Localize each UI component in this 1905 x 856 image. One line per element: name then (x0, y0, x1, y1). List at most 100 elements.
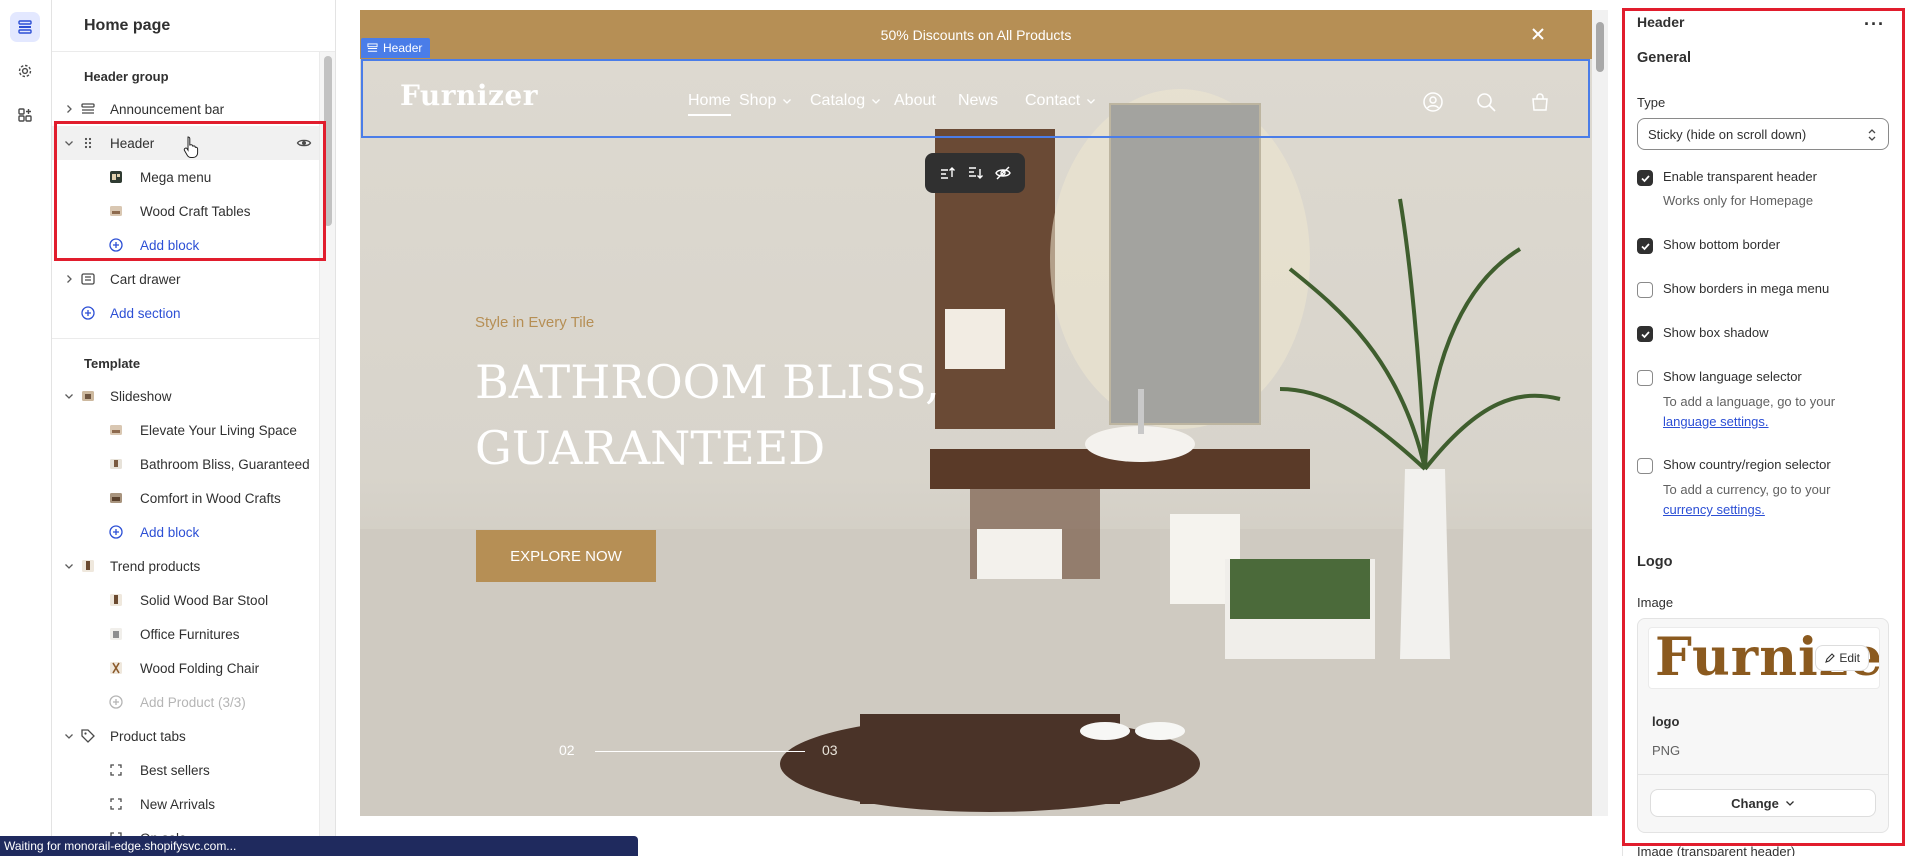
checkbox-unchecked[interactable] (1637, 458, 1653, 474)
announcement-bar: 50% Discounts on All Products (360, 10, 1592, 59)
checkbox-label: Show country/region selector (1663, 457, 1831, 472)
checkbox-unchecked[interactable] (1637, 370, 1653, 386)
move-up-icon[interactable] (938, 164, 956, 182)
selected-section-tag: Header (361, 38, 431, 58)
product-label: Solid Wood Bar Stool (140, 592, 269, 608)
image-label: Image (1637, 595, 1674, 610)
section-label: Slideshow (110, 388, 172, 404)
browser-status-bar: Waiting for monorail-edge.shopifysvc.com… (0, 836, 638, 856)
slide-next-index[interactable]: 03 (822, 742, 838, 758)
close-icon[interactable] (1528, 24, 1548, 44)
checkbox-checked[interactable] (1637, 326, 1653, 342)
change-image-button[interactable]: Change (1650, 789, 1876, 817)
block-elevate-your-living-space[interactable]: Elevate Your Living Space (52, 413, 335, 447)
checkbox-label: Show language selector (1663, 369, 1802, 384)
show-bottom-border-checkbox[interactable]: Show bottom border (1637, 237, 1780, 254)
block-wood-craft-tables[interactable]: Wood Craft Tables (52, 194, 335, 228)
nav-shop[interactable]: Shop (739, 92, 792, 110)
section-announcement-bar[interactable]: Announcement bar (52, 92, 335, 126)
move-down-icon[interactable] (966, 164, 984, 182)
tab-new-arrivals[interactable]: New Arrivals (52, 787, 335, 821)
cart-icon[interactable] (1529, 91, 1551, 113)
add-product-label: Add Product (3/3) (140, 694, 246, 710)
scrollbar-thumb[interactable] (1596, 22, 1604, 72)
chevron-down-icon (872, 99, 881, 104)
chevron-down-icon[interactable] (64, 138, 74, 148)
block-bathroom-bliss[interactable]: Bathroom Bliss, Guaranteed (52, 447, 335, 481)
slide-subtitle: Style in Every Tile (475, 314, 595, 331)
chevron-down-icon[interactable] (64, 731, 74, 741)
checkbox-checked[interactable] (1637, 238, 1653, 254)
sections-scrollbar[interactable] (319, 52, 335, 856)
checkbox-label: Enable transparent header (1663, 169, 1817, 184)
scrollbar-thumb[interactable] (324, 56, 332, 226)
block-label: Wood Craft Tables (140, 203, 251, 219)
product-office-furnitures[interactable]: Office Furnitures (52, 617, 335, 651)
announcement-text: 50% Discounts on All Products (880, 26, 1072, 43)
chevron-right-icon[interactable] (64, 104, 74, 114)
nav-label: About (894, 92, 936, 109)
enable-transparent-checkbox[interactable]: Enable transparent header (1637, 169, 1817, 186)
logo-image-card: Furnizer Edit logo PNG Change (1637, 618, 1889, 833)
tab-label: New Arrivals (140, 796, 216, 812)
help-text: To add a currency, go to your (1663, 482, 1831, 497)
show-language-selector-checkbox[interactable]: Show language selector (1637, 369, 1802, 386)
nav-home[interactable]: Home (688, 92, 731, 116)
checkbox-checked[interactable] (1637, 170, 1653, 186)
show-box-shadow-checkbox[interactable]: Show box shadow (1637, 325, 1769, 342)
chevron-right-icon[interactable] (64, 274, 74, 284)
currency-settings-link[interactable]: currency settings. (1663, 502, 1765, 517)
apps-icon[interactable] (10, 100, 40, 130)
more-options-button[interactable]: ··· (1864, 14, 1885, 35)
slide-current-index: 02 (559, 742, 575, 758)
language-settings-link[interactable]: language settings. (1663, 414, 1769, 429)
section-cart-drawer[interactable]: Cart drawer (52, 262, 335, 296)
checkbox-unchecked[interactable] (1637, 282, 1653, 298)
logo-heading: Logo (1637, 554, 1673, 570)
store-logo[interactable]: Furnizer (400, 79, 538, 112)
sections-icon[interactable] (10, 12, 40, 42)
add-section-button[interactable]: Add section (52, 296, 335, 330)
chevron-down-icon[interactable] (64, 561, 74, 571)
add-block-button[interactable]: Add block (52, 515, 335, 549)
section-trend-products[interactable]: Trend products (52, 549, 335, 583)
product-wood-folding-chair[interactable]: Wood Folding Chair (52, 651, 335, 685)
nav-about[interactable]: About (894, 92, 936, 110)
section-slideshow[interactable]: Slideshow (52, 379, 335, 413)
show-country-selector-checkbox[interactable]: Show country/region selector (1637, 457, 1831, 474)
image-thumbnail-icon (108, 456, 124, 472)
product-solid-wood-bar-stool[interactable]: Solid Wood Bar Stool (52, 583, 335, 617)
hide-eye-icon[interactable] (994, 164, 1012, 182)
chevron-down-icon[interactable] (64, 391, 74, 401)
product-thumbnail-icon (108, 592, 124, 608)
drag-handle-icon[interactable] (80, 135, 96, 151)
preview-scrollbar[interactable] (1592, 10, 1608, 816)
search-icon[interactable] (1475, 91, 1497, 113)
block-label: Comfort in Wood Crafts (140, 490, 281, 506)
section-product-tabs[interactable]: Product tabs (52, 719, 335, 753)
explore-now-button[interactable]: EXPLORE NOW (476, 530, 656, 582)
change-label: Change (1731, 795, 1779, 811)
add-block-button[interactable]: Add block (52, 228, 335, 262)
edit-image-button[interactable]: Edit (1815, 645, 1869, 671)
type-select-value: Sticky (hide on scroll down) (1648, 126, 1807, 142)
tab-best-sellers[interactable]: Best sellers (52, 753, 335, 787)
nav-news[interactable]: News (958, 92, 998, 110)
checkbox-label: Show bottom border (1663, 237, 1781, 252)
mega-menu-icon (108, 169, 124, 185)
type-select[interactable]: Sticky (hide on scroll down) (1637, 118, 1889, 150)
block-frame-icon (108, 762, 124, 778)
pencil-icon (1825, 652, 1836, 663)
selected-section-label: Header (383, 41, 423, 55)
show-borders-mega-menu-checkbox[interactable]: Show borders in mega menu (1637, 281, 1829, 298)
block-comfort-in-wood-crafts[interactable]: Comfort in Wood Crafts (52, 481, 335, 515)
block-mega-menu[interactable]: Mega menu (52, 160, 335, 194)
add-product-button[interactable]: Add Product (3/3) (52, 685, 335, 719)
eye-icon[interactable] (296, 135, 312, 151)
checkbox-label: Show borders in mega menu (1663, 281, 1830, 296)
nav-catalog[interactable]: Catalog (810, 92, 881, 110)
account-icon[interactable] (1422, 91, 1444, 113)
settings-gear-icon[interactable] (10, 56, 40, 86)
logo-image-preview[interactable]: Furnizer Edit (1648, 627, 1880, 689)
nav-contact[interactable]: Contact (1025, 92, 1096, 110)
